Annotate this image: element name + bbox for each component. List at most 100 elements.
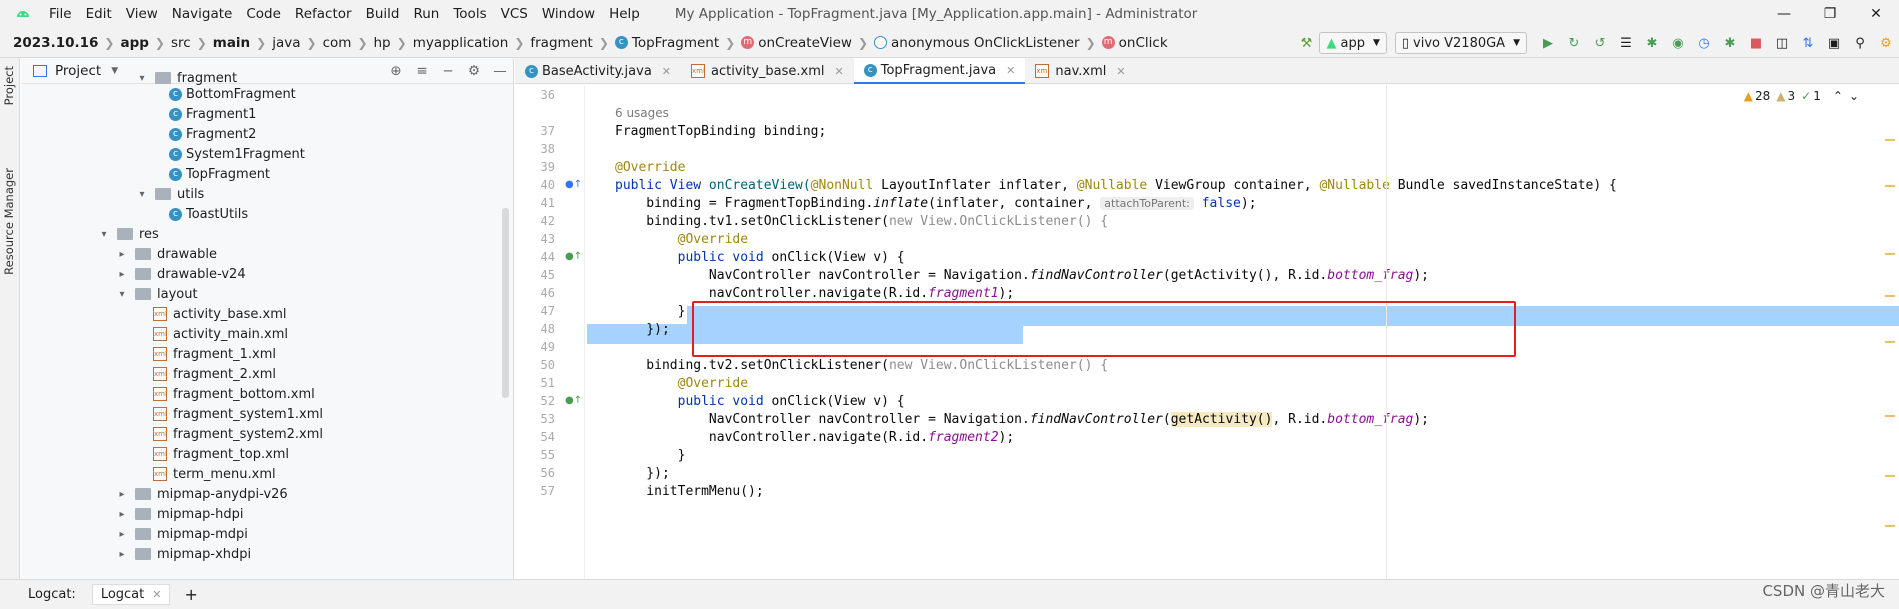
menu-file[interactable]: File [42, 6, 79, 22]
crumb-fragment[interactable]: fragment [527, 35, 595, 51]
add-tab-button[interactable]: + [184, 585, 197, 604]
error-stripe-mark[interactable] [1885, 475, 1895, 477]
tab-activity-base-xml[interactable]: xml activity_base.xml ✕ [681, 58, 854, 84]
menu-build[interactable]: Build [359, 6, 407, 22]
crumb-com[interactable]: com [320, 35, 355, 51]
crumb-project[interactable]: 2023.10.16 [10, 35, 101, 51]
tree-item-topfragment[interactable]: c TopFragment [169, 164, 270, 184]
logcat-list-icon[interactable]: ☰ [1615, 32, 1637, 54]
menu-code[interactable]: Code [239, 6, 288, 22]
override-gutter-icon[interactable]: ●↑ [565, 395, 582, 406]
search-icon[interactable]: ⚲ [1849, 32, 1871, 54]
project-tool-tab[interactable]: Project [2, 66, 16, 105]
apply-code-changes-icon[interactable]: ↺ [1589, 32, 1611, 54]
expand-all-icon[interactable]: ≡ [409, 63, 435, 79]
override-gutter-icon[interactable]: ●↑ [565, 251, 582, 262]
minimize-icon[interactable]: — [1761, 0, 1807, 28]
error-stripe-mark[interactable] [1885, 139, 1895, 141]
crumb-anonymous[interactable]: anonymous OnClickListener [871, 35, 1083, 51]
crumb-onclick[interactable]: m onClick [1099, 35, 1171, 51]
crumb-topfragment[interactable]: c TopFragment [612, 35, 722, 51]
tree-item-drawable[interactable]: ▸ drawable [115, 244, 217, 264]
crumb-module[interactable]: app [117, 35, 151, 51]
error-stripe-mark[interactable] [1885, 525, 1895, 527]
error-stripe-mark[interactable] [1885, 295, 1895, 297]
crumb-oncreateview[interactable]: m onCreateView [738, 35, 855, 51]
error-stripe-mark[interactable] [1885, 185, 1895, 187]
tree-item-mipmap-mdpi[interactable]: ▸ mipmap-mdpi [115, 524, 247, 544]
tree-item-bottomfragment[interactable]: c BottomFragment [169, 84, 296, 104]
tree-item-mipmap-xhdpi[interactable]: ▸ mipmap-xhdpi [115, 544, 251, 564]
tab-logcat[interactable]: Logcat ✕ [91, 584, 171, 605]
close-tab-icon[interactable]: ✕ [662, 65, 671, 78]
chevron-down-icon[interactable]: ▼ [111, 66, 118, 76]
close-tab-icon[interactable]: ✕ [835, 65, 844, 78]
tree-item-res[interactable]: ▾ res [97, 224, 158, 244]
menu-window[interactable]: Window [535, 6, 602, 22]
tree-item-mipmap-anydpi-v26[interactable]: ▸ mipmap-anydpi-v26 [115, 484, 287, 504]
crumb-java[interactable]: java [269, 35, 303, 51]
device-dropdown[interactable]: ▯ vivo V2180GA ▼ [1394, 32, 1527, 54]
tree-item-system1fragment[interactable]: c System1Fragment [169, 144, 305, 164]
menu-refactor[interactable]: Refactor [288, 6, 359, 22]
tree-item-mipmap-hdpi[interactable]: ▸ mipmap-hdpi [115, 504, 243, 524]
tree-item-toastutils[interactable]: c ToastUtils [169, 204, 248, 224]
restore-icon[interactable]: ❐ [1807, 0, 1853, 28]
menu-edit[interactable]: Edit [79, 6, 119, 22]
device-manager-icon[interactable]: ◫ [1771, 32, 1793, 54]
tree-item-fragment-system2-xml[interactable]: xml fragment_system2.xml [153, 424, 323, 444]
crumb-src[interactable]: src [168, 35, 194, 51]
tab-nav-xml[interactable]: xml nav.xml ✕ [1025, 58, 1135, 84]
sdk-manager-icon[interactable]: ▣ [1823, 32, 1845, 54]
crumb-myapplication[interactable]: myapplication [410, 35, 512, 51]
run-icon[interactable]: ▶ [1537, 32, 1559, 54]
stop-icon[interactable]: ■ [1745, 32, 1767, 54]
attach-debugger-icon[interactable]: ✱ [1719, 32, 1741, 54]
coverage-icon[interactable]: ◉ [1667, 32, 1689, 54]
chevron-up-icon[interactable]: ⌃ [1833, 89, 1843, 103]
close-tab-icon[interactable]: ✕ [1116, 65, 1125, 78]
run-config-dropdown[interactable]: ▲ app ▼ [1319, 32, 1387, 54]
close-icon[interactable]: ✕ [1853, 0, 1899, 28]
menu-help[interactable]: Help [602, 6, 647, 22]
tree-item-fragment-bottom-xml[interactable]: xml fragment_bottom.xml [153, 384, 315, 404]
error-stripe-mark[interactable] [1885, 415, 1895, 417]
crumb-hp[interactable]: hp [371, 35, 394, 51]
tree-item-utils[interactable]: ▾ utils [135, 184, 204, 204]
menu-vcs[interactable]: VCS [494, 6, 535, 22]
locate-icon[interactable]: ⊕ [383, 63, 409, 79]
tree-item-fragment2[interactable]: c Fragment2 [169, 124, 256, 144]
tree-item-layout[interactable]: ▾ layout [115, 284, 197, 304]
usages-hint[interactable]: 6 usages [615, 106, 669, 120]
tree-item-fragment-2-xml[interactable]: xml fragment_2.xml [153, 364, 276, 384]
tree-item-term-menu-xml[interactable]: xml term_menu.xml [153, 464, 276, 484]
project-scrollbar[interactable] [502, 208, 509, 398]
resource-manager-tool-tab[interactable]: Resource Manager [2, 168, 16, 275]
menu-run[interactable]: Run [406, 6, 446, 22]
hammer-icon[interactable]: ⚒ [1295, 32, 1317, 54]
apply-changes-icon[interactable]: ↻ [1563, 32, 1585, 54]
error-stripe-mark[interactable] [1885, 253, 1895, 255]
hide-icon[interactable]: — [487, 63, 513, 79]
profiler-icon[interactable]: ◷ [1693, 32, 1715, 54]
close-tab-icon[interactable]: ✕ [152, 588, 161, 601]
tree-item-drawable-v24[interactable]: ▸ drawable-v24 [115, 264, 245, 284]
override-gutter-icon[interactable]: ●↑ [565, 179, 582, 190]
collapse-all-icon[interactable]: − [435, 63, 461, 79]
settings-icon[interactable]: ⚙ [1875, 32, 1897, 54]
tree-item-activity-base-xml[interactable]: xml activity_base.xml [153, 304, 287, 324]
tree-item-activity-main-xml[interactable]: xml activity_main.xml [153, 324, 288, 344]
tree-item-fragment-1-xml[interactable]: xml fragment_1.xml [153, 344, 276, 364]
tab-topfragment-java[interactable]: c TopFragment.java ✕ [853, 58, 1026, 84]
project-view-dropdown[interactable]: Project [55, 63, 101, 79]
error-stripe-mark[interactable] [1885, 341, 1895, 343]
menu-tools[interactable]: Tools [446, 6, 493, 22]
tree-item-fragment-top-xml[interactable]: xml fragment_top.xml [153, 444, 289, 464]
menu-navigate[interactable]: Navigate [165, 6, 240, 22]
crumb-main[interactable]: main [210, 35, 253, 51]
menu-view[interactable]: View [119, 6, 165, 22]
gear-icon[interactable]: ⚙ [461, 63, 487, 79]
tree-item-fragment1[interactable]: c Fragment1 [169, 104, 256, 124]
inspection-widget[interactable]: ▲ 28 ▲ 3 ✓ 1 ⌃ ⌄ [1738, 89, 1859, 103]
tab-baseactivity-java[interactable]: c BaseActivity.java ✕ [515, 58, 681, 84]
